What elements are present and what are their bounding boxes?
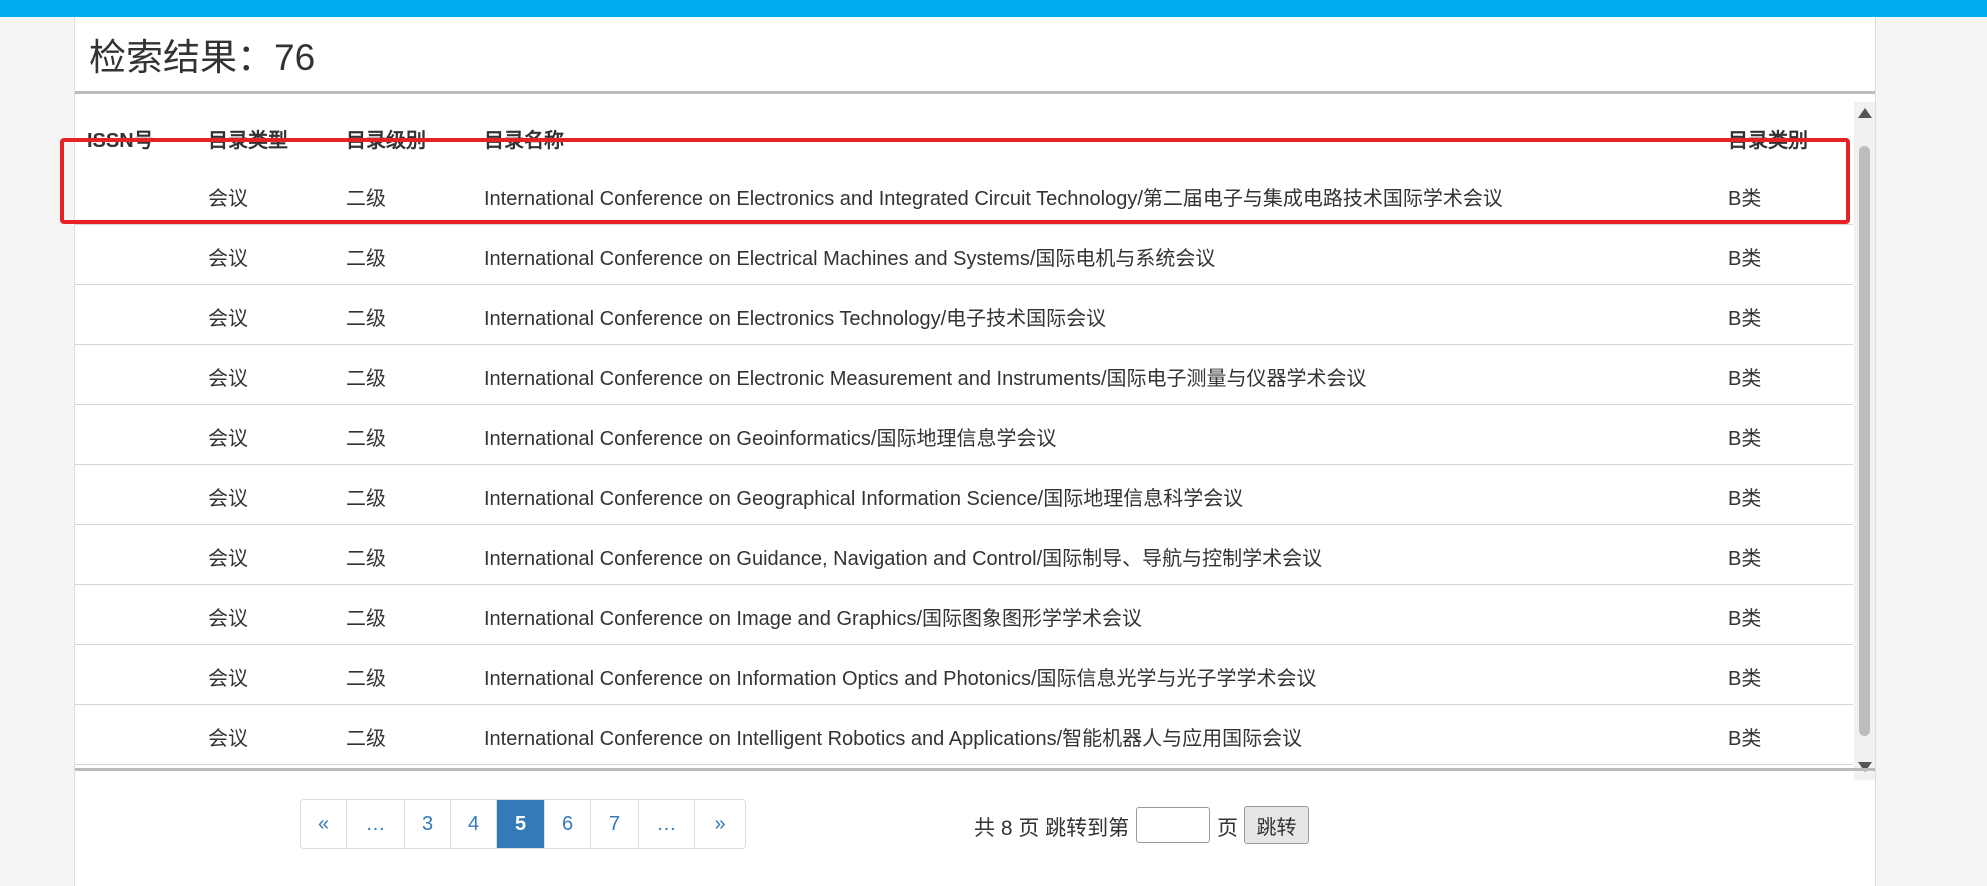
cell-category: B类	[1728, 668, 1762, 690]
divider	[75, 768, 1875, 771]
cell-name[interactable]: International Conference on Guidance, Na…	[484, 542, 1322, 571]
column-issn: ISSN号	[87, 130, 154, 152]
cell-type: 会议	[208, 188, 248, 210]
scroll-up-arrow-icon[interactable]	[1858, 108, 1872, 118]
cell-level: 二级	[346, 728, 386, 750]
table-header: ISSN号 目录类型 目录级别 目录名称 目录类别	[75, 110, 1855, 160]
results-panel: 检索结果：76 ISSN号 目录类型 目录级别 目录名称 目录类别 会议 二级 …	[60, 17, 1876, 886]
cell-category: B类	[1728, 728, 1762, 750]
table-row[interactable]: 会议 二级 International Conference on Inform…	[75, 645, 1853, 705]
top-bar	[0, 0, 1987, 17]
jump-button[interactable]: 跳转	[1244, 806, 1309, 844]
cell-level: 二级	[346, 188, 386, 210]
table-row[interactable]: 会议 二级 International Conference on Geoinf…	[75, 405, 1853, 465]
cell-category: B类	[1728, 608, 1762, 630]
cell-type: 会议	[208, 368, 248, 390]
table-row[interactable]: 会议 二级 International Conference on Intell…	[75, 705, 1853, 765]
cell-type: 会议	[208, 308, 248, 330]
table-row[interactable]: 会议 二级 International Conference on Electr…	[75, 165, 1853, 225]
page-count-label: 共 8 页 跳转到第	[974, 817, 1130, 840]
pagination-next[interactable]: »	[695, 800, 745, 848]
cell-level: 二级	[346, 488, 386, 510]
page-suffix-label: 页	[1217, 817, 1238, 840]
table-row[interactable]: 会议 二级 International Conference on Electr…	[75, 285, 1853, 345]
table-row[interactable]: 会议 二级 International Conference on Geogra…	[75, 465, 1853, 525]
cell-type: 会议	[208, 608, 248, 630]
cell-type: 会议	[208, 248, 248, 270]
cell-level: 二级	[346, 428, 386, 450]
jump-page-input[interactable]	[1136, 807, 1210, 843]
column-category: 目录类别	[1728, 130, 1808, 152]
cell-name[interactable]: International Conference on Electronics …	[484, 182, 1503, 211]
cell-category: B类	[1728, 188, 1762, 210]
cell-name[interactable]: International Conference on Geographical…	[484, 482, 1243, 511]
pagination-page-4[interactable]: 4	[451, 800, 497, 848]
cell-type: 会议	[208, 488, 248, 510]
cell-type: 会议	[208, 548, 248, 570]
cell-level: 二级	[346, 308, 386, 330]
pagination-page-6[interactable]: 6	[545, 800, 591, 848]
cell-type: 会议	[208, 728, 248, 750]
cell-type: 会议	[208, 668, 248, 690]
pagination-ellipsis[interactable]: …	[639, 800, 695, 848]
cell-name[interactable]: International Conference on Geoinformati…	[484, 422, 1056, 451]
divider	[75, 91, 1875, 94]
cell-category: B类	[1728, 428, 1762, 450]
column-name: 目录名称	[484, 130, 564, 152]
table-row[interactable]: 会议 二级 International Conference on Image …	[75, 585, 1853, 645]
table-row[interactable]: 会议 二级 International Conference on Electr…	[75, 225, 1853, 285]
cell-type: 会议	[208, 428, 248, 450]
scrollbar-thumb[interactable]	[1859, 146, 1870, 736]
pagination-page-5-active[interactable]: 5	[497, 800, 545, 848]
cell-name[interactable]: International Conference on Electronic M…	[484, 362, 1367, 391]
cell-name[interactable]: International Conference on Intelligent …	[484, 722, 1302, 751]
cell-level: 二级	[346, 368, 386, 390]
cell-name[interactable]: International Conference on Information …	[484, 662, 1317, 691]
column-level: 目录级别	[346, 130, 426, 152]
cell-level: 二级	[346, 248, 386, 270]
table-row[interactable]: 会议 二级 International Conference on Guidan…	[75, 525, 1853, 585]
pagination: « … 3 4 5 6 7 … »	[300, 799, 746, 849]
cell-level: 二级	[346, 548, 386, 570]
cell-category: B类	[1728, 368, 1762, 390]
table-scrollbar[interactable]	[1854, 102, 1875, 780]
result-count-title: 检索结果：76	[89, 37, 316, 78]
cell-level: 二级	[346, 668, 386, 690]
cell-category: B类	[1728, 248, 1762, 270]
cell-category: B类	[1728, 488, 1762, 510]
cell-name[interactable]: International Conference on Image and Gr…	[484, 602, 1142, 631]
pagination-ellipsis[interactable]: …	[347, 800, 405, 848]
cell-category: B类	[1728, 548, 1762, 570]
pagination-prev[interactable]: «	[301, 800, 347, 848]
cell-name[interactable]: International Conference on Electronics …	[484, 302, 1106, 331]
pagination-page-7[interactable]: 7	[591, 800, 639, 848]
pagination-page-3[interactable]: 3	[405, 800, 451, 848]
table-row[interactable]: 会议 二级 International Conference on Electr…	[75, 345, 1853, 405]
column-type: 目录类型	[208, 130, 288, 152]
cell-level: 二级	[346, 608, 386, 630]
cell-name[interactable]: International Conference on Electrical M…	[484, 242, 1215, 271]
cell-category: B类	[1728, 308, 1762, 330]
